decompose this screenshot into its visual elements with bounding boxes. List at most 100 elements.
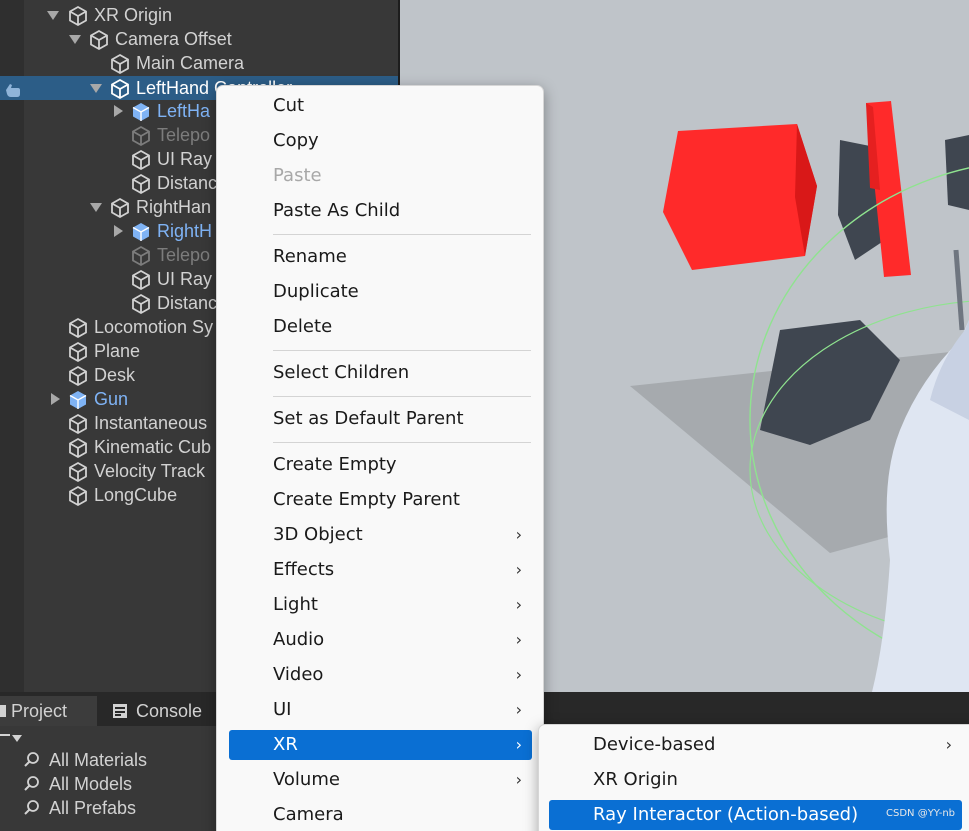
menu-item-label: Light	[273, 594, 318, 615]
collapse-arrow-icon[interactable]	[51, 393, 60, 405]
gameobject-cube-icon	[132, 125, 150, 147]
menu-item-light[interactable]: Light ›	[229, 590, 532, 620]
collapse-arrow-icon[interactable]	[114, 225, 123, 237]
search-icon	[24, 776, 39, 791]
hierarchy-row-label: Instantaneous	[94, 413, 208, 433]
menu-item-label: Select Children	[273, 362, 410, 383]
saved-search-label: All Materials	[49, 750, 148, 770]
hierarchy-row-camera-offset[interactable]: Camera Offset	[0, 27, 398, 51]
watermark: CSDN @YY-nb	[886, 808, 956, 819]
gameobject-cube-icon	[132, 293, 150, 315]
hierarchy-row-label: Camera Offset	[115, 29, 232, 49]
hand-pointer-icon	[6, 84, 20, 97]
hierarchy-row-xr-origin[interactable]: XR Origin	[0, 3, 398, 27]
gameobject-cube-icon	[111, 53, 129, 75]
menu-item-effects[interactable]: Effects ›	[229, 555, 532, 585]
hierarchy-row-label: Kinematic Cub	[94, 437, 212, 457]
prefab-cube-icon	[132, 223, 150, 241]
menu-item-label: UI	[273, 699, 292, 720]
menu-item-label: Paste As Child	[273, 200, 401, 221]
scene-rod	[953, 249, 965, 331]
tab-project-label: Project	[11, 701, 68, 721]
menu-item-3d-object[interactable]: 3D Object ›	[229, 520, 532, 550]
gameobject-cube-icon	[69, 461, 87, 483]
tab-console[interactable]: Console	[102, 696, 222, 726]
hierarchy-row-label: RightH	[157, 221, 213, 241]
menu-separator	[273, 350, 531, 351]
gameobject-cube-icon	[69, 485, 87, 507]
chevron-right-icon: ›	[515, 630, 522, 649]
hierarchy-row-label: Plane	[94, 341, 141, 361]
expand-arrow-icon[interactable]	[90, 84, 102, 93]
gameobject-cube-icon	[132, 269, 150, 291]
menu-item-duplicate[interactable]: Duplicate	[229, 277, 532, 307]
expand-arrow-icon[interactable]	[90, 203, 102, 212]
prefab-cube-icon	[69, 391, 87, 409]
menu-item-cut[interactable]: Cut	[229, 91, 532, 121]
collapse-arrow-icon[interactable]	[114, 105, 123, 117]
menu-item-label: Audio	[273, 629, 325, 650]
menu-item-label: 3D Object	[273, 524, 363, 545]
gameobject-cube-icon	[90, 29, 108, 51]
tab-project[interactable]: Project	[0, 696, 97, 726]
menu-item-label: XR	[273, 734, 298, 755]
prefab-cube-icon	[132, 103, 150, 121]
menu-item-create-empty[interactable]: Create Empty	[229, 450, 532, 480]
menu-item-volume[interactable]: Volume ›	[229, 765, 532, 795]
gameobject-cube-icon	[132, 173, 150, 195]
hierarchy-row-label: Gun	[94, 389, 129, 409]
hierarchy-row-label: Velocity Track	[94, 461, 206, 481]
menu-item-audio[interactable]: Audio ›	[229, 625, 532, 655]
hierarchy-row-label: Desk	[94, 365, 136, 385]
console-icon	[113, 704, 127, 718]
hierarchy-row-main-camera[interactable]: Main Camera	[0, 51, 398, 75]
submenu-item-device-based[interactable]: Device-based ›	[549, 730, 962, 760]
menu-item-video[interactable]: Video ›	[229, 660, 532, 690]
gameobject-cube-icon	[69, 341, 87, 363]
saved-search-label: All Prefabs	[49, 798, 137, 818]
hierarchy-row-label: Distanc	[157, 293, 218, 313]
gameobject-cube-icon	[132, 149, 150, 171]
menu-separator	[273, 442, 531, 443]
menu-item-xr[interactable]: XR ›	[229, 730, 532, 760]
tab-console-label: Console	[136, 701, 203, 721]
gameobject-cube-icon	[111, 78, 129, 100]
menu-item-ui[interactable]: UI ›	[229, 695, 532, 725]
menu-item-copy[interactable]: Copy	[229, 126, 532, 156]
hierarchy-row-label: RightHan	[136, 197, 212, 217]
hierarchy-row-label: UI Ray	[157, 149, 213, 169]
menu-item-delete[interactable]: Delete	[229, 312, 532, 342]
menu-item-label: Set as Default Parent	[273, 408, 464, 429]
expand-arrow-icon[interactable]	[47, 11, 59, 20]
chevron-right-icon: ›	[515, 560, 522, 579]
gameobject-cube-icon	[69, 437, 87, 459]
chevron-right-icon: ›	[515, 595, 522, 614]
search-icon	[24, 800, 39, 815]
gameobject-cube-icon	[111, 197, 129, 219]
expand-arrow-icon[interactable]	[69, 35, 81, 44]
hierarchy-row-label: Locomotion Sy	[94, 317, 214, 337]
search-icon	[24, 752, 39, 767]
hierarchy-row-label: XR Origin	[94, 5, 173, 25]
chevron-down-icon[interactable]	[12, 735, 22, 742]
menu-item-paste-as-child[interactable]: Paste As Child	[229, 196, 532, 226]
menu-item-rename[interactable]: Rename	[229, 242, 532, 272]
submenu-item-label: Ray Interactor (Action-based)	[593, 804, 859, 825]
hierarchy-row-label: UI Ray	[157, 269, 213, 289]
menu-item-create-empty-parent[interactable]: Create Empty Parent	[229, 485, 532, 515]
create-dropdown-icon[interactable]	[0, 734, 10, 736]
submenu-item-label: XR Origin	[593, 769, 678, 790]
chevron-right-icon: ›	[515, 735, 522, 754]
menu-item-set-default-parent[interactable]: Set as Default Parent	[229, 404, 532, 434]
gameobject-cube-icon	[69, 413, 87, 435]
menu-item-select-children[interactable]: Select Children	[229, 358, 532, 388]
menu-item-label: Create Empty	[273, 454, 397, 475]
menu-item-camera[interactable]: Camera	[229, 800, 532, 830]
chevron-right-icon: ›	[515, 525, 522, 544]
submenu-item-xr-origin[interactable]: XR Origin	[549, 765, 962, 795]
menu-item-label: Volume	[273, 769, 340, 790]
red-cube[interactable]	[663, 124, 817, 270]
menu-item-label: Duplicate	[273, 281, 359, 302]
menu-item-label: Delete	[273, 316, 333, 337]
submenu-item-label: Device-based	[593, 734, 716, 755]
